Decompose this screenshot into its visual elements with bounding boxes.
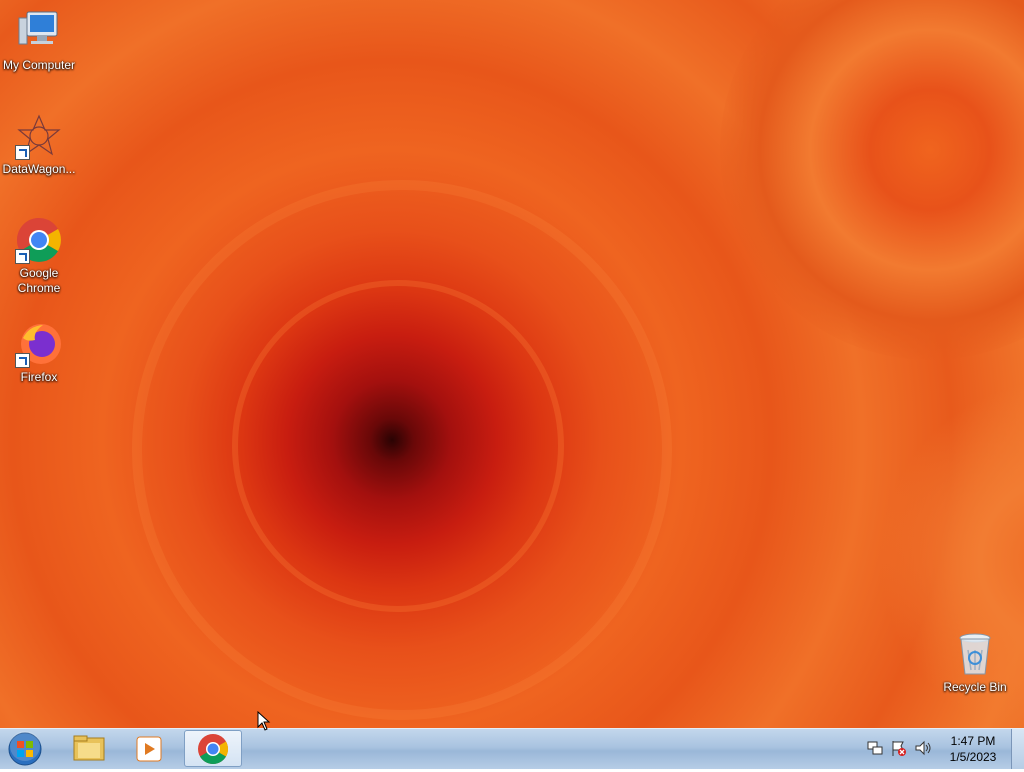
- start-button[interactable]: [5, 731, 45, 767]
- taskbar-chrome-button[interactable]: [184, 730, 242, 767]
- mouse-cursor-icon: [257, 711, 271, 731]
- desktop-icon-label: Firefox: [20, 370, 58, 384]
- action-center-flag-icon[interactable]: [890, 739, 908, 762]
- desktop-icon-label: Google Chrome: [17, 266, 61, 295]
- firefox-icon: [15, 320, 63, 368]
- computer-icon: [15, 8, 63, 56]
- shortcut-arrow-icon: [15, 353, 30, 368]
- shortcut-arrow-icon: [15, 145, 30, 160]
- recycle-bin-icon: [951, 630, 999, 678]
- shortcut-arrow-icon: [15, 249, 30, 264]
- desktop-icon-label: Recycle Bin: [943, 680, 1007, 694]
- chrome-icon: [15, 216, 63, 264]
- desktop-icon-firefox[interactable]: Firefox: [0, 320, 78, 385]
- chrome-icon: [198, 734, 229, 765]
- windows-start-icon: [8, 731, 42, 766]
- wallpaper-flower-top-right: [720, 0, 1024, 360]
- desktop[interactable]: My Computer DataWagon... Google Chrome F…: [0, 0, 1024, 728]
- desktop-icon-label: DataWagon...: [2, 162, 76, 176]
- file-explorer-icon: [73, 735, 105, 761]
- desktop-icon-recycle-bin[interactable]: Recycle Bin: [936, 630, 1014, 695]
- desktop-icon-my-computer[interactable]: My Computer: [0, 8, 78, 73]
- taskbar-media-player-button[interactable]: [120, 730, 178, 767]
- taskbar-file-explorer-button[interactable]: [60, 730, 118, 767]
- media-player-icon: [136, 736, 162, 762]
- datawagon-icon: [15, 112, 63, 160]
- clock-time: 1:47 PM: [950, 734, 996, 748]
- show-desktop-button[interactable]: [1011, 729, 1024, 769]
- network-icon[interactable]: [866, 739, 884, 762]
- desktop-icon-label: My Computer: [2, 58, 76, 72]
- desktop-icon-google-chrome[interactable]: Google Chrome: [0, 216, 78, 296]
- clock[interactable]: 1:47 PM 1/5/2023: [938, 733, 1008, 765]
- taskbar: 1:47 PM 1/5/2023: [0, 728, 1024, 769]
- desktop-icon-datawagon[interactable]: DataWagon...: [0, 112, 78, 177]
- volume-icon[interactable]: [914, 739, 932, 762]
- clock-date: 1/5/2023: [949, 750, 997, 764]
- wallpaper-petal-ring: [132, 180, 672, 720]
